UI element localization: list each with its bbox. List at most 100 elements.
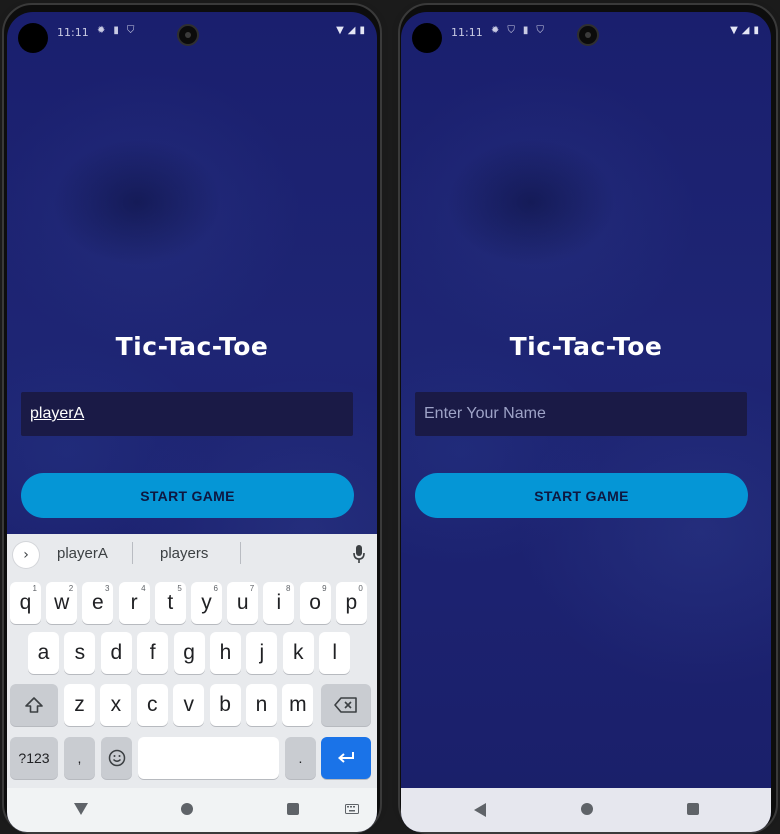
- status-icons-right: ▼ ◢ ▮: [730, 25, 759, 36]
- backspace-key[interactable]: [321, 684, 371, 726]
- phone-right: 11:11 ✹ ⛉ ▮ ⛉ ▼ ◢ ▮ Tic-Tac-Toe Enter Yo…: [392, 0, 780, 834]
- key-label: g: [183, 641, 195, 664]
- space-key[interactable]: [138, 737, 279, 779]
- suggestion-divider: [240, 542, 241, 564]
- start-game-button[interactable]: START GAME: [415, 473, 748, 518]
- microphone-icon[interactable]: [353, 544, 365, 564]
- key-label: f: [149, 641, 156, 664]
- nav-back-icon[interactable]: [73, 802, 89, 816]
- key-label: v: [183, 693, 194, 716]
- signal-icon: ◢: [347, 25, 356, 36]
- key-w[interactable]: w2: [46, 582, 78, 624]
- key-t[interactable]: t5: [154, 582, 186, 624]
- name-input-placeholder: Enter Your Name: [424, 405, 546, 422]
- status-icons-right: ▼ ◢ ▮: [336, 25, 365, 36]
- key-d[interactable]: d: [100, 632, 132, 674]
- key-label: k: [293, 641, 304, 664]
- emoji-key[interactable]: [101, 737, 132, 779]
- key-label: j: [259, 641, 265, 664]
- key-c[interactable]: c: [136, 684, 168, 726]
- soft-keyboard: › playerA players q1w2e3r4t5y6u7i8o9p0as…: [7, 534, 377, 788]
- key-z[interactable]: z: [64, 684, 95, 726]
- key-p[interactable]: p0: [335, 582, 367, 624]
- screen-right: 11:11 ✹ ⛉ ▮ ⛉ ▼ ◢ ▮ Tic-Tac-Toe Enter Yo…: [401, 12, 771, 832]
- key-v[interactable]: v: [173, 684, 205, 726]
- front-camera-icon: [177, 24, 199, 46]
- key-u[interactable]: u7: [227, 582, 259, 624]
- period-key[interactable]: .: [285, 737, 316, 779]
- suggestion-1[interactable]: playerA: [57, 545, 108, 562]
- key-l[interactable]: l: [319, 632, 351, 674]
- nav-home-icon[interactable]: [581, 803, 593, 815]
- battery-icon: ▮: [753, 25, 759, 36]
- key-label: x: [110, 693, 122, 716]
- name-input[interactable]: playerA: [21, 392, 353, 436]
- key-r[interactable]: r4: [118, 582, 150, 624]
- status-time: 11:11: [57, 26, 89, 39]
- shift-arrow-icon: [25, 697, 43, 713]
- suggestion-2[interactable]: players: [160, 545, 208, 562]
- battery-icon: ▮: [359, 25, 365, 36]
- key-a[interactable]: a: [28, 632, 59, 674]
- key-h[interactable]: h: [210, 632, 241, 674]
- key-hint: 5: [177, 584, 182, 593]
- key-label: d: [110, 641, 123, 664]
- expand-toolbar-chevron-icon[interactable]: ›: [13, 542, 39, 568]
- key-label: y: [201, 591, 212, 614]
- nav-back-icon[interactable]: [473, 803, 487, 817]
- symbols-key[interactable]: ?123: [10, 737, 58, 779]
- key-label: r: [130, 591, 138, 614]
- key-f[interactable]: f: [137, 632, 169, 674]
- sim-icon: ▮: [113, 25, 119, 36]
- key-label: h: [219, 641, 232, 664]
- wifi-icon: ▼: [336, 25, 344, 36]
- key-x[interactable]: x: [100, 684, 132, 726]
- key-label: s: [74, 641, 86, 664]
- start-game-button[interactable]: START GAME: [21, 473, 354, 518]
- key-label: o: [309, 591, 321, 614]
- key-o[interactable]: o9: [299, 582, 331, 624]
- key-s[interactable]: s: [64, 632, 96, 674]
- key-label: i: [276, 591, 282, 614]
- key-hint: 3: [104, 584, 110, 593]
- comma-key[interactable]: ,: [64, 737, 95, 779]
- key-label: a: [37, 641, 50, 664]
- key-y[interactable]: y6: [191, 582, 222, 624]
- nav-recents-icon[interactable]: [287, 803, 299, 815]
- shift-key[interactable]: [10, 684, 58, 726]
- key-b[interactable]: b: [209, 684, 241, 726]
- keyboard-switch-icon[interactable]: [345, 804, 359, 814]
- key-label: b: [219, 693, 231, 716]
- key-label: t: [167, 591, 174, 614]
- signal-icon: ◢: [741, 25, 750, 36]
- key-hint: 2: [68, 584, 74, 593]
- enter-key[interactable]: [321, 737, 371, 779]
- shield-icon: ⛉: [536, 25, 544, 36]
- sim-icon: ▮: [522, 25, 529, 36]
- key-g[interactable]: g: [173, 632, 205, 674]
- key-e[interactable]: e3: [82, 582, 114, 624]
- key-label: m: [289, 693, 307, 716]
- key-n[interactable]: n: [246, 684, 277, 726]
- backspace-icon: [334, 697, 357, 713]
- key-hint: 4: [141, 584, 146, 593]
- key-label: c: [147, 693, 158, 716]
- screen-left: 11:11 ✹ ▮ ⛉ ▼ ◢ ▮ Tic-Tac-Toe playerA ST…: [7, 12, 377, 832]
- nav-home-icon[interactable]: [181, 803, 193, 815]
- key-m[interactable]: m: [282, 684, 314, 726]
- nav-recents-icon[interactable]: [687, 803, 699, 815]
- key-label: p: [345, 591, 358, 614]
- key-label: n: [255, 693, 268, 716]
- key-j[interactable]: j: [246, 632, 278, 674]
- shield-icon: ⛉: [507, 25, 515, 36]
- key-i[interactable]: i8: [263, 582, 295, 624]
- key-k[interactable]: k: [282, 632, 314, 674]
- navigation-bar: [7, 788, 377, 832]
- name-input[interactable]: Enter Your Name: [415, 392, 747, 436]
- status-icons-left: ✹ ⛉ ▮ ⛉: [491, 25, 544, 36]
- phone-left: 11:11 ✹ ▮ ⛉ ▼ ◢ ▮ Tic-Tac-Toe playerA ST…: [0, 0, 388, 834]
- key-q[interactable]: q1: [10, 582, 41, 624]
- key-label: u: [236, 591, 249, 614]
- shield-icon: ⛉: [126, 25, 135, 36]
- status-bar: 11:11 ✹ ⛉ ▮ ⛉ ▼ ◢ ▮: [401, 12, 771, 53]
